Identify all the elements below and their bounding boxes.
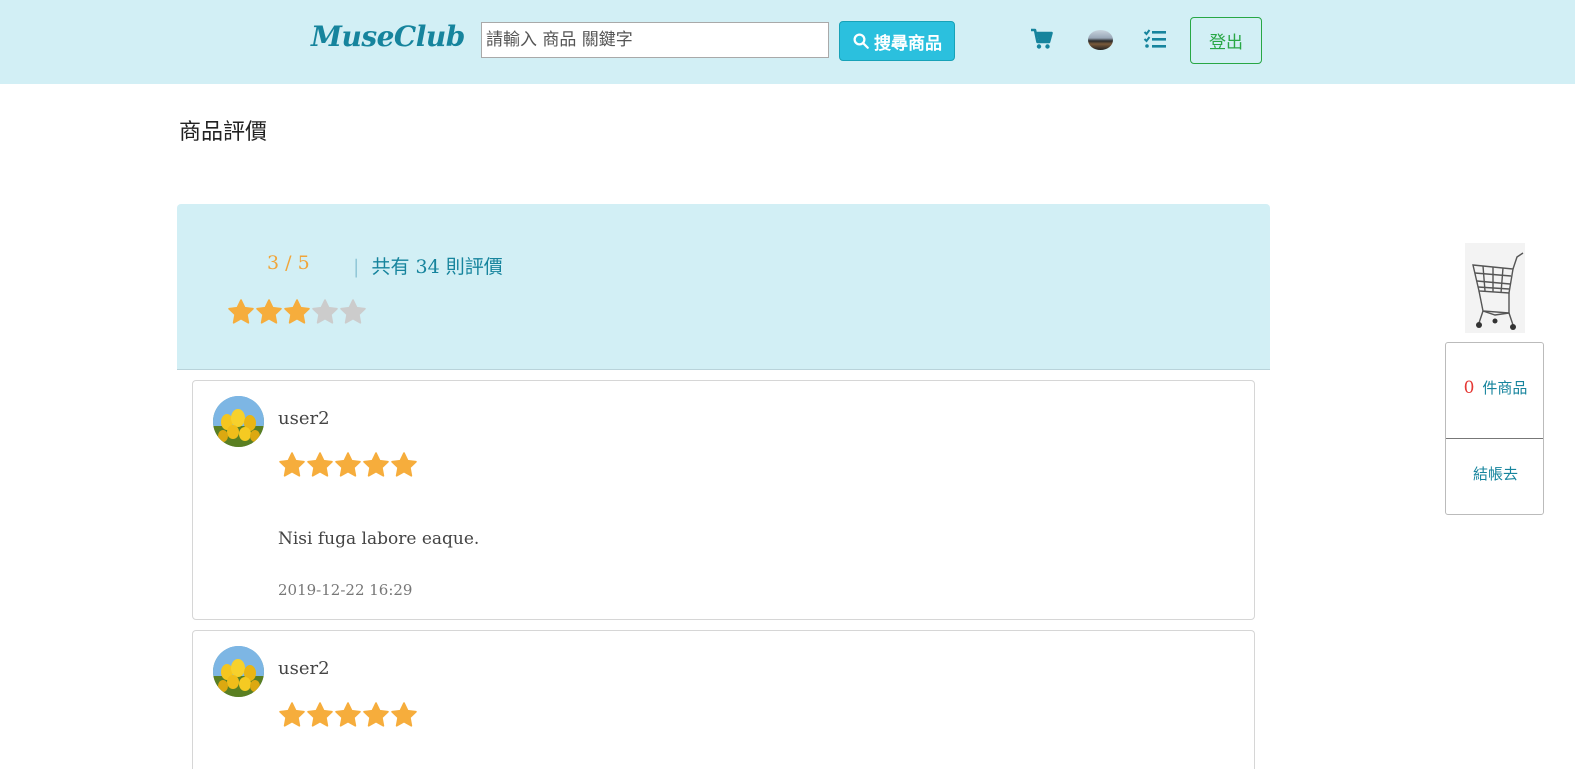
star-filled-icon — [391, 702, 417, 727]
star-filled-icon — [391, 452, 417, 477]
site-logo[interactable]: MuseClub — [311, 20, 465, 53]
star-filled-icon — [284, 299, 310, 324]
search-icon — [853, 33, 869, 49]
review-card: user2 — [192, 630, 1255, 769]
cart-item-count: 0 件商品 — [1446, 377, 1545, 398]
review-card: user2 Nisi fuga labore eaque. 2019-12-22… — [192, 380, 1255, 620]
search-button-label: 搜尋商品 — [874, 33, 942, 54]
reviewer-name: user2 — [278, 408, 330, 429]
floating-cart-image[interactable] — [1465, 243, 1525, 333]
star-filled-icon — [363, 452, 389, 477]
star-filled-icon — [307, 702, 333, 727]
floating-cart-panel: 0 件商品 結帳去 — [1445, 342, 1544, 515]
divider — [1446, 438, 1543, 439]
star-filled-icon — [228, 299, 254, 324]
star-filled-icon — [335, 452, 361, 477]
summary-star-rating — [227, 298, 367, 326]
star-filled-icon — [335, 702, 361, 727]
star-filled-icon — [256, 299, 282, 324]
top-navbar: MuseClub 搜尋商品 登出 — [0, 0, 1575, 84]
search-input[interactable] — [481, 22, 829, 58]
review-count-text: 共有 34 則評價 — [371, 256, 503, 278]
cart-count-label: 件商品 — [1482, 379, 1528, 397]
separator: | — [353, 256, 360, 278]
star-filled-icon — [279, 452, 305, 477]
star-filled-icon — [363, 702, 389, 727]
review-count: | 共有 34 則評價 — [353, 252, 503, 279]
order-list-icon[interactable] — [1143, 28, 1167, 50]
star-filled-icon — [307, 452, 333, 477]
rating-summary: 3 / 5 | 共有 34 則評價 — [177, 204, 1270, 370]
star-empty-icon — [312, 299, 338, 324]
logout-button[interactable]: 登出 — [1190, 17, 1262, 64]
page-title: 商品評價 — [179, 120, 268, 145]
review-text: Nisi fuga labore eaque. — [278, 529, 480, 549]
average-score: 3 / 5 — [267, 252, 310, 274]
review-date: 2019-12-22 16:29 — [278, 581, 413, 599]
reviewer-name: user2 — [278, 658, 330, 679]
review-star-rating — [278, 701, 418, 729]
cart-count-number: 0 — [1463, 378, 1475, 398]
reviewer-avatar — [213, 646, 264, 697]
star-filled-icon — [279, 702, 305, 727]
search-button[interactable]: 搜尋商品 — [839, 21, 955, 61]
user-avatar[interactable] — [1088, 30, 1113, 50]
review-star-rating — [278, 451, 418, 479]
star-empty-icon — [340, 299, 366, 324]
checkout-link[interactable]: 結帳去 — [1446, 463, 1545, 484]
reviewer-avatar — [213, 396, 264, 447]
shopping-cart-icon[interactable] — [1030, 28, 1054, 50]
